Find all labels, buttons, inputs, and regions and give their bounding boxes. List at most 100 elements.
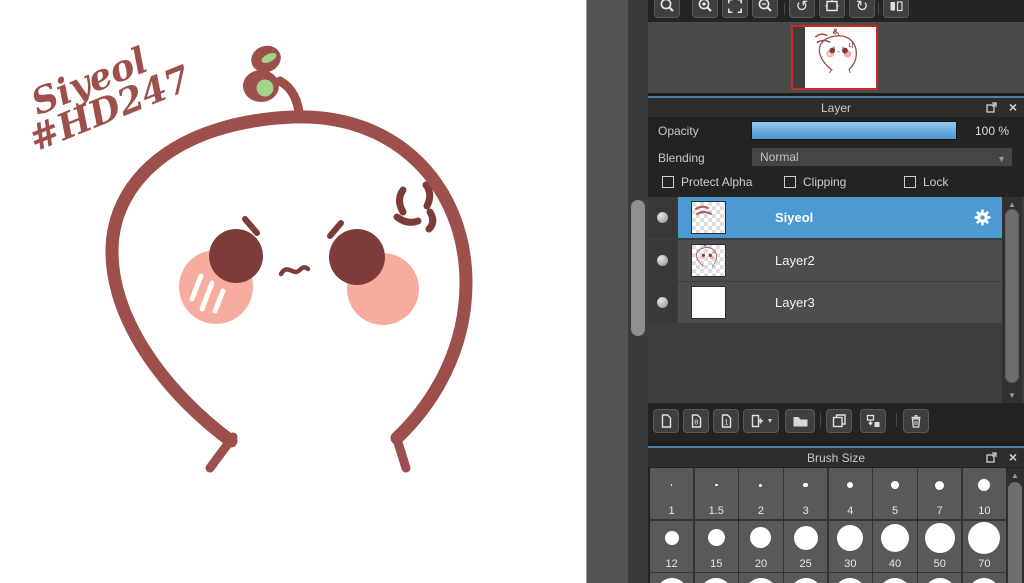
merge-layer-button[interactable] xyxy=(860,409,886,433)
brush-size-value: 70 xyxy=(978,557,991,570)
merge-icon xyxy=(866,414,880,427)
8bit-layer-icon: 8 xyxy=(691,414,702,428)
new-layer-button[interactable] xyxy=(653,409,679,433)
brush-size-cell[interactable]: 40 xyxy=(873,520,917,572)
clipping-checkbox[interactable] xyxy=(784,176,796,188)
scroll-up-arrow-icon[interactable]: ▲ xyxy=(1002,200,1022,209)
brush-size-cell[interactable]: 15 xyxy=(694,520,738,572)
rotate-right-icon: ↻ xyxy=(855,0,869,15)
drawing-canvas[interactable]: Siyeol #HD247 xyxy=(0,0,587,583)
layer-name: Siyeol xyxy=(775,210,814,225)
folder-icon xyxy=(793,416,807,426)
brush-size-value: 2 xyxy=(757,505,765,517)
layer-thumbnail[interactable] xyxy=(691,243,726,277)
layer-panel-header[interactable]: Layer × xyxy=(648,98,1024,117)
brush-size-cell[interactable] xyxy=(873,573,917,583)
brush-size-cell[interactable] xyxy=(650,573,694,583)
blending-label: Blending xyxy=(658,151,705,165)
close-panel-icon[interactable]: × xyxy=(1009,449,1017,465)
brush-size-cell[interactable]: 30 xyxy=(828,520,872,572)
toolbar-separator xyxy=(896,413,897,427)
zoom-tool-button[interactable] xyxy=(654,0,680,18)
layer-folder-button[interactable] xyxy=(785,409,815,433)
brush-size-cell[interactable]: 20 xyxy=(739,520,783,572)
blending-dropdown[interactable]: Normal ▼ xyxy=(751,147,1013,167)
layer-row-layer3[interactable]: Layer3 xyxy=(648,282,1002,323)
brush-grid-scrollbar[interactable]: ▲ xyxy=(1006,468,1024,583)
signature-scribble-thumb xyxy=(695,205,712,215)
layer-visibility-toggle[interactable] xyxy=(648,239,677,281)
brush-size-cell[interactable] xyxy=(694,573,738,583)
brush-size-dot xyxy=(978,479,991,491)
popout-panel-icon[interactable] xyxy=(986,102,997,113)
brush-size-value: 1.5 xyxy=(708,505,724,517)
brush-size-cell[interactable] xyxy=(784,573,828,583)
scroll-down-arrow-icon[interactable]: ▼ xyxy=(1002,391,1022,400)
blending-selected-value: Normal xyxy=(760,150,799,164)
zoom-in-button[interactable] xyxy=(692,0,718,18)
brush-size-cell[interactable]: 7 xyxy=(918,468,962,519)
opacity-slider[interactable] xyxy=(751,121,957,140)
brush-size-cell[interactable] xyxy=(962,573,1006,583)
brush-size-value: 20 xyxy=(754,557,768,570)
protect-alpha-checkbox[interactable] xyxy=(662,176,674,188)
scroll-up-arrow-icon[interactable]: ▲ xyxy=(1006,471,1024,480)
layer-row-siyeol[interactable]: Siyeol xyxy=(648,197,1002,238)
brush-size-cell[interactable]: 2 xyxy=(739,468,783,519)
zoom-in-icon xyxy=(698,0,712,12)
navigator-view-rectangle[interactable] xyxy=(791,25,878,90)
brush-size-dot xyxy=(847,482,854,488)
layer-visibility-toggle[interactable] xyxy=(648,197,677,238)
brush-size-cell[interactable]: 1.5 xyxy=(694,468,738,519)
brush-scrollbar-thumb[interactable] xyxy=(1008,482,1022,583)
layer-scrollbar-thumb[interactable] xyxy=(1005,209,1019,383)
brush-panel-header[interactable]: Brush Size × xyxy=(648,448,1024,467)
layer-row-layer2[interactable]: Layer2 xyxy=(648,239,1002,281)
brush-size-cell[interactable]: 70 xyxy=(962,520,1006,572)
brush-size-cell[interactable] xyxy=(918,573,962,583)
layer-name: Layer2 xyxy=(775,252,815,268)
reset-view-button[interactable] xyxy=(819,0,845,18)
brush-size-dot xyxy=(707,529,725,546)
lock-checkbox[interactable] xyxy=(904,176,916,188)
brush-size-cell[interactable]: 5 xyxy=(873,468,917,519)
layer-list-scrollbar[interactable]: ▲ ▼ xyxy=(1002,197,1022,403)
layer-thumbnail[interactable] xyxy=(691,286,726,319)
navigator-offcanvas-area xyxy=(793,27,805,88)
add-layer-dropdown-button[interactable]: ▼ xyxy=(743,409,779,433)
rotate-left-icon: ↺ xyxy=(795,0,809,15)
close-panel-icon[interactable]: × xyxy=(1009,99,1017,115)
brush-size-cell[interactable] xyxy=(739,573,783,583)
trash-icon xyxy=(911,415,921,428)
rotate-left-button[interactable]: ↺ xyxy=(789,0,815,18)
brush-size-cell[interactable]: 50 xyxy=(918,520,962,572)
brush-size-dot xyxy=(750,527,772,548)
new-8bit-layer-button[interactable]: 8 xyxy=(683,409,709,433)
flip-horizontal-button[interactable] xyxy=(883,0,909,18)
navigator-preview[interactable] xyxy=(648,22,1024,93)
layer-settings-gear-icon[interactable] xyxy=(973,208,992,227)
brush-size-dot xyxy=(923,578,956,583)
medibang-paint-window: Siyeol #HD247 ↺ ↻ Layer × Opacity 100 % … xyxy=(0,0,1024,583)
rotate-right-button[interactable]: ↻ xyxy=(849,0,875,18)
duplicate-layer-button[interactable] xyxy=(826,409,852,433)
canvas-vertical-scrollbar[interactable] xyxy=(628,0,648,583)
brush-size-cell[interactable]: 25 xyxy=(784,520,828,572)
delete-layer-button[interactable] xyxy=(903,409,929,433)
brush-size-cell[interactable]: 4 xyxy=(828,468,872,519)
brush-size-cell[interactable] xyxy=(828,573,872,583)
fit-to-screen-button[interactable] xyxy=(722,0,748,18)
layer-thumbnail[interactable] xyxy=(691,201,726,234)
brush-size-cell[interactable]: 10 xyxy=(962,468,1006,519)
character-thumb xyxy=(692,245,726,277)
toolbar-separator xyxy=(878,3,879,15)
fit-to-screen-icon xyxy=(728,0,742,13)
brush-size-cell[interactable]: 1 xyxy=(650,468,694,519)
layer-visibility-toggle[interactable] xyxy=(648,282,677,323)
brush-size-cell[interactable]: 3 xyxy=(784,468,828,519)
zoom-out-button[interactable] xyxy=(752,0,778,18)
canvas-scrollbar-thumb[interactable] xyxy=(631,200,645,336)
popout-panel-icon[interactable] xyxy=(986,452,997,463)
brush-size-cell[interactable]: 12 xyxy=(650,520,694,572)
new-1bit-layer-button[interactable]: 1 xyxy=(713,409,739,433)
